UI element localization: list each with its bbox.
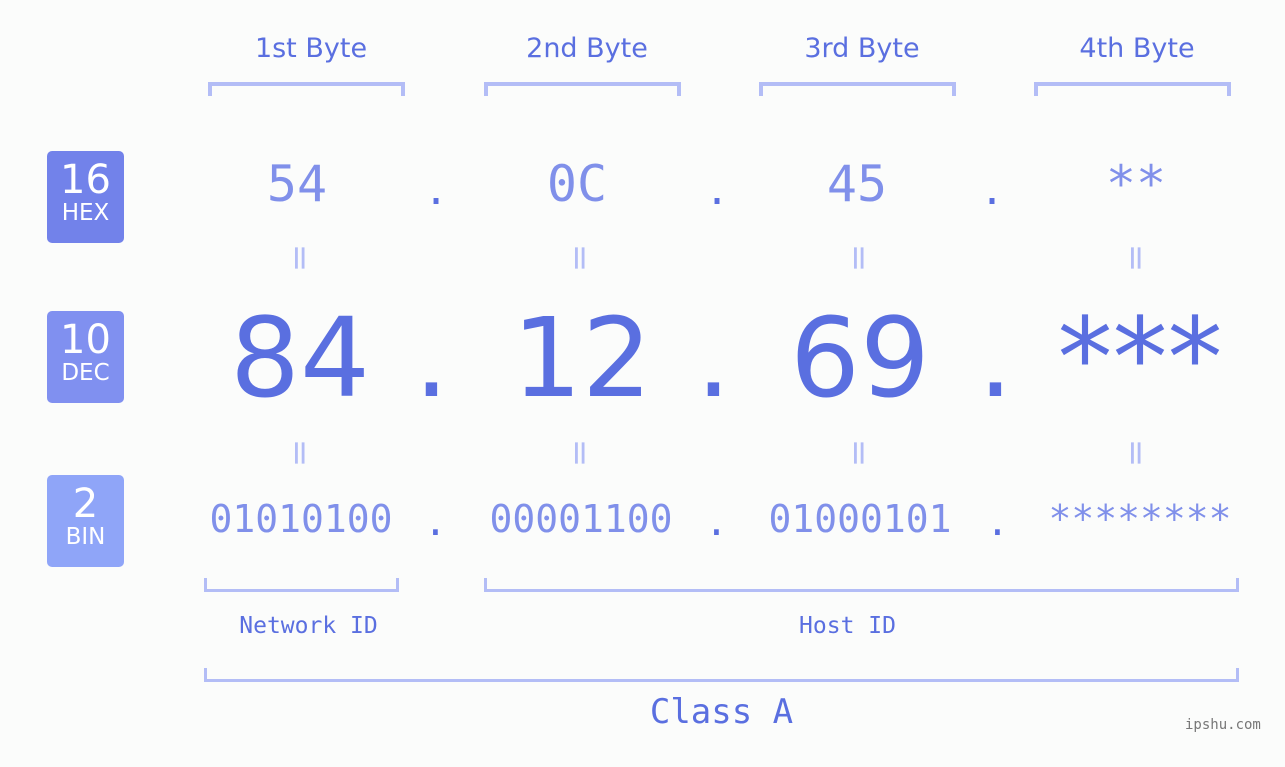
hex-badge: 16 HEX — [47, 151, 124, 243]
equals-sign: = — [280, 243, 320, 273]
byte-bracket-1 — [208, 82, 405, 96]
byte-header-3: 3rd Byte — [804, 33, 920, 64]
byte-header-4: 4th Byte — [1079, 33, 1195, 64]
equals-sign: = — [1116, 243, 1156, 273]
network-id-bracket — [204, 578, 399, 592]
dec-separator: . — [414, 294, 449, 422]
equals-sign: = — [839, 243, 879, 273]
hex-byte-3: 45 — [826, 155, 888, 213]
dec-separator: . — [978, 294, 1013, 422]
byte-bracket-2 — [484, 82, 681, 96]
bin-badge-base: 2 — [72, 481, 99, 527]
hex-byte-1: 54 — [266, 155, 328, 213]
bin-badge-label: BIN — [65, 524, 106, 550]
dec-badge-base: 10 — [60, 317, 111, 363]
network-id-label: Network ID — [239, 613, 378, 639]
dec-byte-4: *** — [1057, 294, 1223, 422]
dec-byte-3: 69 — [790, 294, 930, 422]
equals-sign: = — [560, 243, 600, 273]
hex-badge-label: HEX — [61, 200, 110, 226]
byte-bracket-3 — [759, 82, 956, 96]
byte-bracket-4 — [1034, 82, 1231, 96]
class-bracket — [204, 668, 1239, 682]
bin-byte-3: 01000101 — [768, 497, 952, 541]
equals-sign: = — [839, 438, 879, 468]
bin-byte-4: ******** — [1048, 497, 1232, 541]
equals-sign: = — [560, 438, 600, 468]
watermark: ipshu.com — [1185, 717, 1261, 733]
equals-sign: = — [1116, 438, 1156, 468]
byte-header-2: 2nd Byte — [526, 33, 648, 64]
host-id-label: Host ID — [799, 613, 896, 639]
byte-header-1: 1st Byte — [254, 33, 368, 64]
host-id-bracket — [484, 578, 1239, 592]
hex-byte-4: ** — [1105, 155, 1167, 213]
bin-separator: . — [424, 500, 447, 544]
hex-byte-2: 0C — [546, 155, 608, 213]
bin-badge: 2 BIN — [47, 475, 124, 567]
hex-separator: . — [424, 168, 449, 214]
hex-separator: . — [705, 168, 730, 214]
dec-byte-1: 84 — [230, 294, 370, 422]
hex-badge-base: 16 — [60, 157, 111, 203]
dec-badge: 10 DEC — [47, 311, 124, 403]
bin-separator: . — [986, 500, 1009, 544]
bin-byte-2: 00001100 — [489, 497, 673, 541]
dec-byte-2: 12 — [512, 294, 652, 422]
dec-separator: . — [696, 294, 731, 422]
bin-separator: . — [705, 500, 728, 544]
bin-byte-1: 01010100 — [209, 497, 393, 541]
class-label: Class A — [649, 692, 794, 732]
equals-sign: = — [280, 438, 320, 468]
dec-badge-label: DEC — [61, 360, 110, 386]
hex-separator: . — [980, 168, 1005, 214]
